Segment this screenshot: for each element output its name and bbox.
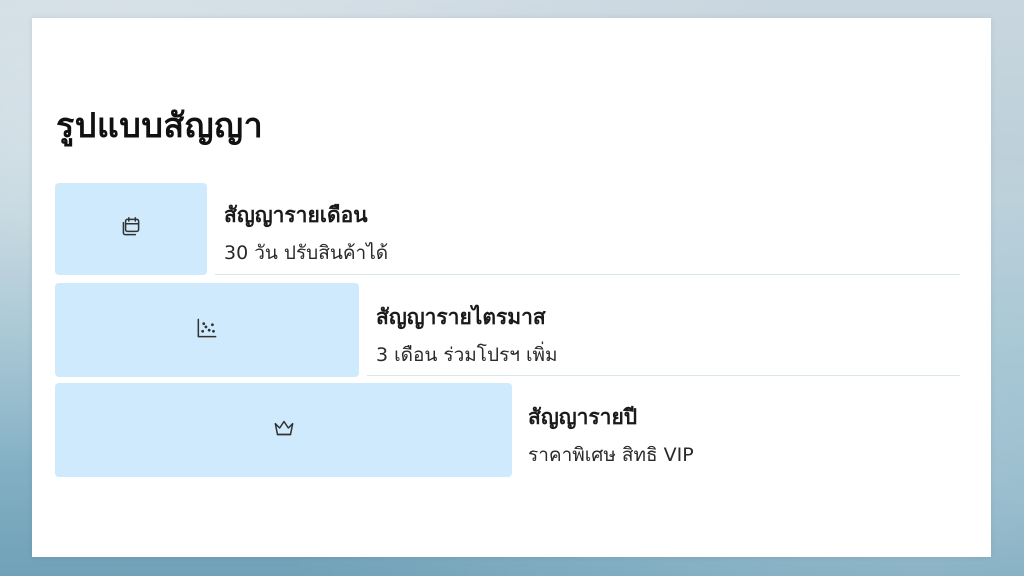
calendar-icon — [118, 214, 144, 244]
contract-option-quarterly[interactable]: สัญญารายไตรมาส 3 เดือน ร่วมโปรฯ เพิ่ม — [32, 283, 991, 377]
row-divider — [367, 375, 960, 376]
scatter-chart-icon — [194, 315, 220, 345]
contract-title: สัญญารายไตรมาส — [376, 305, 546, 329]
contract-text-monthly: สัญญารายเดือน 30 วัน ปรับสินค้าได้ — [224, 199, 388, 268]
contract-description: ราคาพิเศษ สิทธิ VIP — [528, 444, 694, 466]
contract-text-quarterly: สัญญารายไตรมาส 3 เดือน ร่วมโปรฯ เพิ่ม — [376, 301, 558, 370]
contract-description: 3 เดือน ร่วมโปรฯ เพิ่ม — [376, 344, 558, 366]
contract-text-yearly: สัญญารายปี ราคาพิเศษ สิทธิ VIP — [528, 401, 694, 470]
row-divider — [215, 274, 960, 275]
contract-title: สัญญารายปี — [528, 405, 638, 429]
contract-option-monthly[interactable]: สัญญารายเดือน 30 วัน ปรับสินค้าได้ — [32, 183, 991, 275]
slide-card: รูปแบบสัญญา สัญญารายเดือน 30 วัน ปรับสิน… — [32, 18, 991, 557]
crown-icon — [271, 415, 297, 445]
page-title: รูปแบบสัญญา — [56, 106, 264, 146]
contract-tile-yearly — [55, 383, 512, 477]
contract-option-yearly[interactable]: สัญญารายปี ราคาพิเศษ สิทธิ VIP — [32, 383, 991, 477]
contract-description: 30 วัน ปรับสินค้าได้ — [224, 242, 389, 264]
contract-tile-monthly — [55, 183, 207, 275]
contract-title: สัญญารายเดือน — [224, 203, 368, 227]
contract-tile-quarterly — [55, 283, 359, 377]
